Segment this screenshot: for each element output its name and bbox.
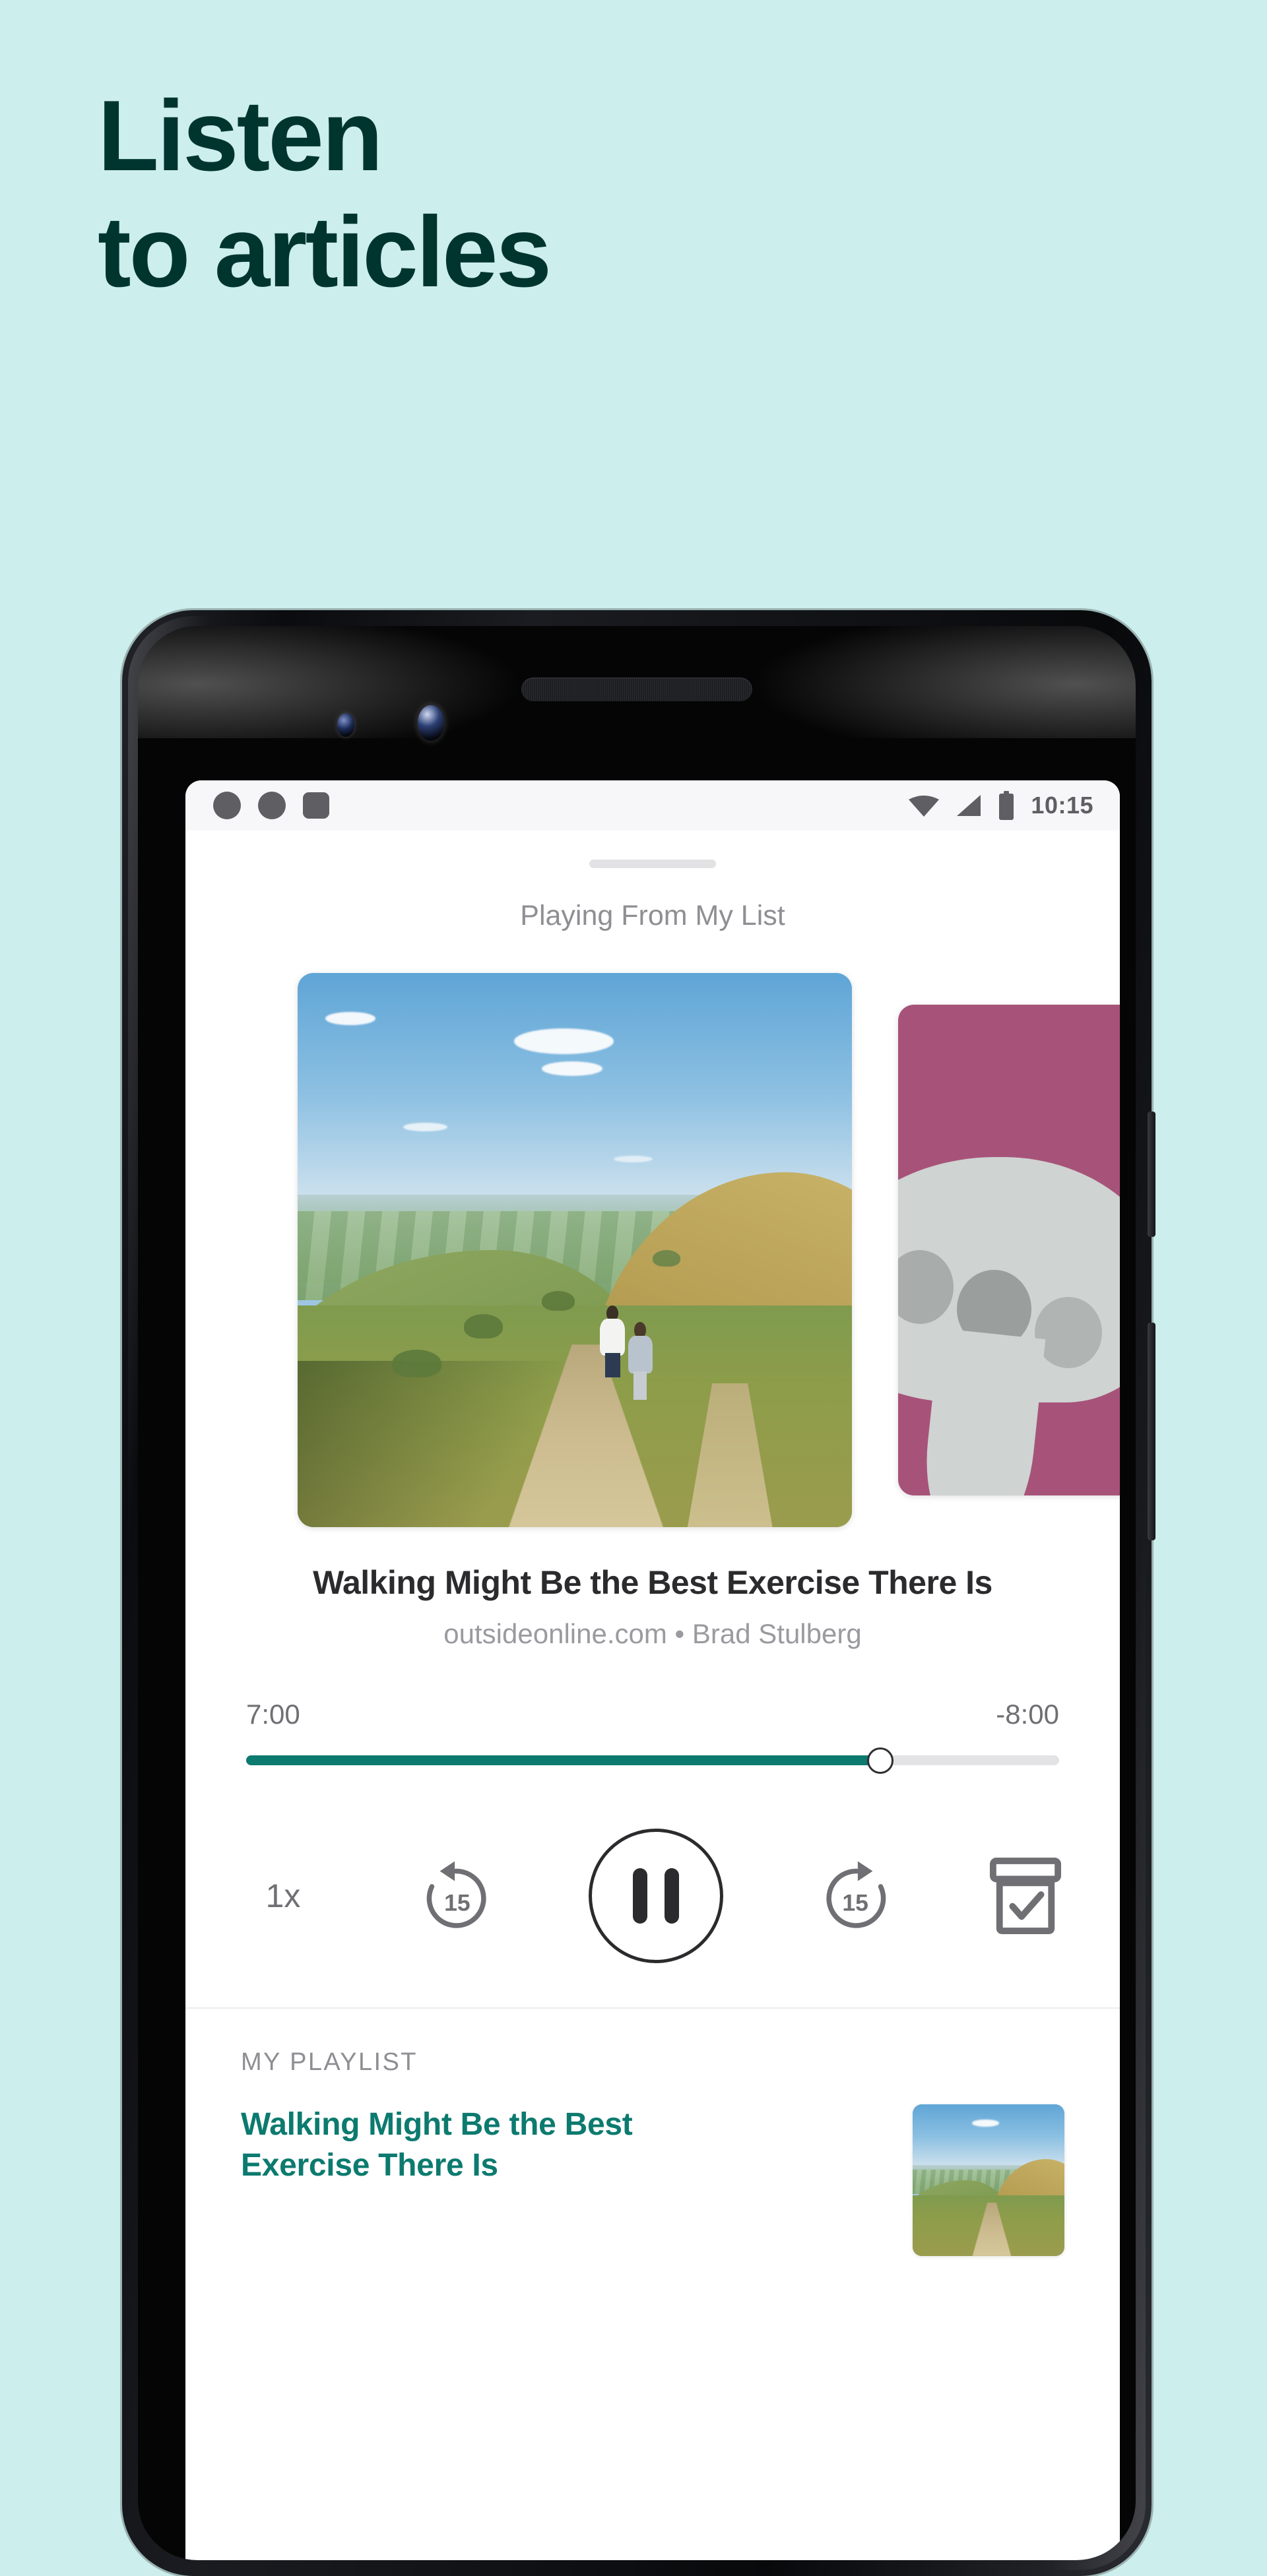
cloud-icon xyxy=(403,1122,447,1132)
bush-shape xyxy=(464,1313,503,1339)
cloud-icon xyxy=(325,1011,375,1025)
playback-controls: 1x 15 15 xyxy=(244,1820,1062,1972)
headline-line-1: Listen xyxy=(98,80,383,192)
earpiece-speaker-icon xyxy=(521,677,752,701)
bush-shape xyxy=(391,1350,442,1378)
sloth-illustration xyxy=(898,1156,1120,1495)
pause-bar-icon xyxy=(665,1868,679,1924)
now-playing-panel: Playing From My List Walking Might Be th… xyxy=(185,860,1120,2256)
app-screen: 10:15 Playing From My List Walking Might… xyxy=(185,780,1120,2560)
progress-time-labels: 7:00 -8:00 xyxy=(246,1699,1059,1730)
playlist-item-thumbnail xyxy=(913,2104,1064,2256)
hillside-walk-thumb xyxy=(913,2104,1064,2256)
cloud-icon xyxy=(513,1028,614,1054)
status-bar-clock: 10:15 xyxy=(1031,792,1093,819)
svg-text:15: 15 xyxy=(842,1890,868,1916)
sheet-drag-handle[interactable] xyxy=(589,860,716,868)
progress-fill xyxy=(246,1755,880,1765)
headline-line-2: to articles xyxy=(98,196,552,309)
pause-button[interactable] xyxy=(589,1829,723,1963)
phone-screen-area: 10:15 Playing From My List Walking Might… xyxy=(138,626,1136,2560)
playback-speed-button[interactable]: 1x xyxy=(244,1877,323,1915)
front-camera-primary-icon xyxy=(418,705,444,741)
cloud-icon xyxy=(971,2120,1000,2127)
status-bar-notifications xyxy=(213,792,329,819)
track-title: Walking Might Be the Best Exercise There… xyxy=(313,1564,992,1601)
battery-icon xyxy=(999,791,1014,820)
playlist-section-label: MY PLAYLIST xyxy=(241,2048,418,2076)
hillside-walk-photo xyxy=(298,973,852,1527)
bush-shape xyxy=(541,1291,575,1311)
front-camera-secondary-icon xyxy=(337,713,354,737)
next-artwork[interactable] xyxy=(898,1005,1120,1495)
status-bar-indicators: 10:15 xyxy=(908,791,1093,820)
pause-bar-icon xyxy=(633,1868,647,1924)
elapsed-time: 7:00 xyxy=(246,1699,300,1730)
rewind-15-icon[interactable]: 15 xyxy=(416,1856,496,1935)
phone-mockup: 10:15 Playing From My List Walking Might… xyxy=(122,610,1155,2576)
power-button[interactable] xyxy=(1148,1112,1155,1237)
wifi-icon xyxy=(909,796,940,817)
cellular-signal-icon xyxy=(957,795,981,816)
playlist-item-title: Walking Might Be the Best Exercise There… xyxy=(241,2107,633,2183)
remaining-time: -8:00 xyxy=(996,1699,1059,1730)
progress-knob[interactable] xyxy=(866,1747,893,1774)
promo-headline: Listen to articles xyxy=(98,78,1088,311)
playing-from-label: Playing From My List xyxy=(520,900,785,931)
notification-dot-icon xyxy=(258,792,286,819)
current-artwork[interactable] xyxy=(298,973,852,1527)
artwork-carousel[interactable] xyxy=(185,973,1120,1527)
archive-checkbox-icon[interactable] xyxy=(989,1857,1062,1935)
notification-square-icon xyxy=(303,792,329,819)
walker-figure xyxy=(628,1322,653,1400)
sloth-spot xyxy=(1035,1296,1103,1368)
progress-slider[interactable] xyxy=(246,1747,1059,1774)
notification-dot-icon xyxy=(213,792,241,819)
list-item[interactable]: Walking Might Be the Best Exercise There… xyxy=(185,2077,1120,2256)
track-source-author: outsideonline.com • Brad Stulberg xyxy=(443,1618,862,1649)
status-bar: 10:15 xyxy=(185,780,1120,831)
volume-rocker[interactable] xyxy=(1148,1323,1155,1540)
walker-figure xyxy=(599,1305,626,1378)
svg-text:15: 15 xyxy=(444,1890,471,1916)
bush-shape xyxy=(652,1250,680,1267)
sloth-arm xyxy=(917,1328,1046,1495)
forward-15-icon[interactable]: 15 xyxy=(817,1856,896,1935)
